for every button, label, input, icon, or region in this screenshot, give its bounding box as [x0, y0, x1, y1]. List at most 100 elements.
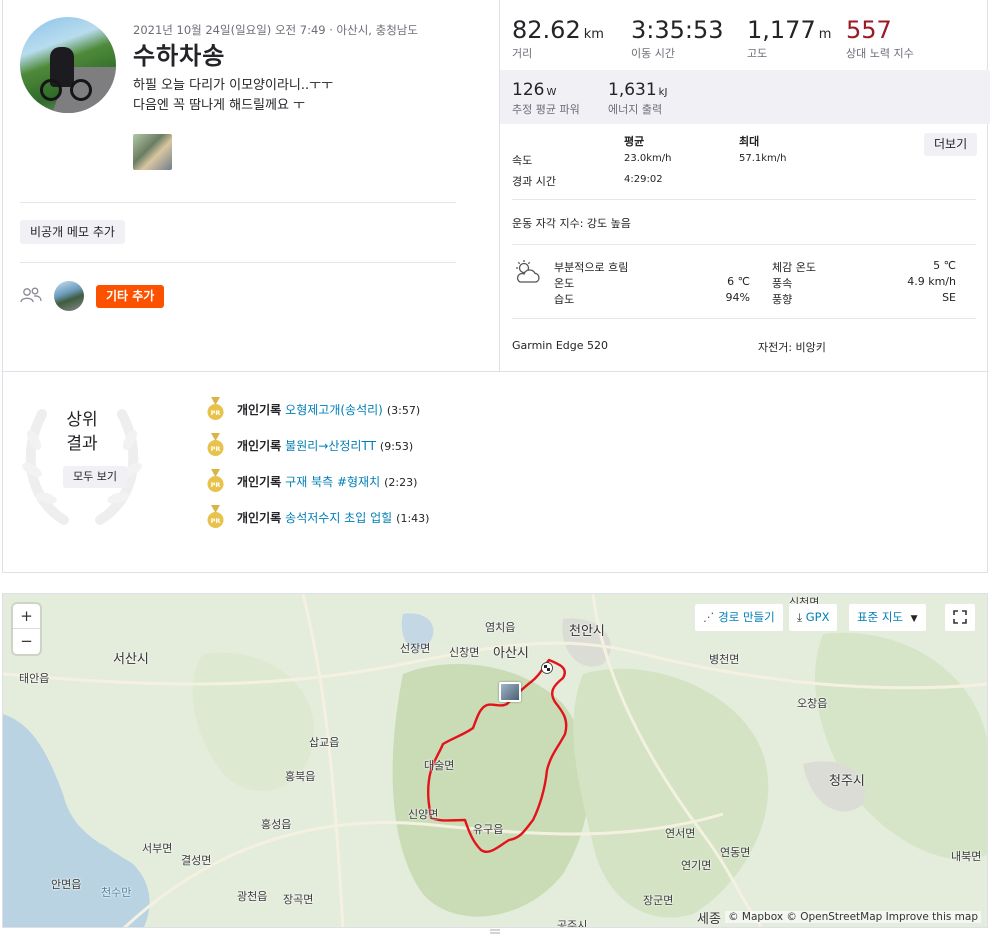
table-header-max: 최대 [739, 135, 760, 148]
map-place-label: 연기면 [681, 859, 712, 872]
route-map[interactable]: 선장면 신창면 아산시 염치읍 천안시 서산시 태안읍 병천면 오창읍 청주시 … [2, 593, 988, 928]
private-note-button[interactable]: 비공개 메모 추가 [20, 220, 125, 244]
resize-handle-icon[interactable] [488, 928, 502, 936]
segment-link[interactable]: 오형제고개(송석리) [285, 403, 383, 417]
stat-elevation: 1,177 m 고도 [747, 16, 832, 60]
activity-title: 수하차송 [133, 42, 226, 70]
activity-summary-card: 2021년 10월 24일(일요일) 오전 7:49 · 아산시, 충청남도 수… [2, 0, 990, 372]
map-place-label: 삽교읍 [309, 736, 340, 749]
activity-description: 하필 오늘 다리가 이모양이라니..ㅜㅜ 다음엔 꼭 땀나게 해드릴께요 ㅜ [133, 76, 333, 116]
divider [20, 262, 456, 263]
stat-energy-output: 1,631 kJ 에너지 출력 [608, 80, 668, 116]
description-line: 하필 오늘 다리가 이모양이라니..ㅜㅜ [133, 78, 334, 93]
map-place-label: 홍성읍 [261, 818, 292, 831]
stat-estimated-power: 126 W 추정 평균 파워 [512, 80, 580, 116]
map-place-label: 태안읍 [19, 672, 50, 685]
top-results-card: 상위 결과 모두 보기 PR 개인기록 오형제고개(송석리) (3:57) PR 개… [2, 372, 988, 573]
map-place-label: 안면읍 [51, 878, 82, 891]
map-place-label: 천수만 [101, 886, 132, 899]
pr-medal-icon: PR [207, 433, 224, 456]
zoom-controls: + − [13, 604, 40, 654]
stat-relative-effort[interactable]: 557 상대 노력 지수 [846, 16, 914, 61]
perceived-exertion: 운동 자각 지수: 강도 높음 [512, 217, 631, 230]
map-place-label: 장곡면 [283, 893, 314, 906]
map-place-label: 결성면 [181, 854, 212, 867]
divider [512, 199, 976, 200]
zoom-out-button[interactable]: − [13, 629, 40, 654]
map-place-label: 연서면 [665, 827, 696, 840]
activity-photo-thumbnail[interactable] [133, 134, 172, 170]
map-place-label: 아산시 [493, 646, 529, 661]
top-results-heading: 상위 결과 [66, 410, 98, 454]
map-place-label: 신양면 [408, 808, 439, 821]
elapsed-value: 4:29:02 [624, 174, 663, 185]
divider [512, 318, 976, 319]
more-button[interactable]: 더보기 [924, 133, 978, 156]
stat-distance: 82.62 km 거리 [512, 16, 604, 60]
fullscreen-button[interactable] [945, 604, 975, 631]
gpx-download-button[interactable]: ⤓ GPX [789, 604, 838, 631]
divider [20, 202, 456, 203]
humidity-label: 습도 [554, 293, 575, 306]
speed-avg: 23.0km/h [624, 153, 672, 164]
map-place-label: 선장면 [400, 642, 431, 655]
pr-medal-icon: PR [207, 397, 224, 420]
wind-speed-value: 4.9 km/h [907, 275, 956, 288]
speed-label: 속도 [512, 154, 533, 167]
elapsed-label: 경과 시간 [512, 175, 556, 188]
segment-link[interactable]: 불원리→산정리TT [285, 439, 376, 453]
map-place-label: 내북면 [951, 850, 982, 863]
map-place-label: 광천읍 [237, 890, 268, 903]
people-icon [20, 287, 42, 303]
primary-stats: 82.62 km 거리 3:35:53 이동 시간 1,177 m 고도 557 상… [500, 0, 990, 70]
map-place-label: 염치읍 [485, 621, 516, 634]
add-other-button[interactable]: 기타 추가 [96, 285, 165, 308]
map-place-label: 연동면 [720, 846, 751, 859]
route-builder-icon: ⋰ [703, 610, 715, 624]
athlete-avatar[interactable] [20, 17, 116, 113]
pr-medal-icon: PR [207, 469, 224, 492]
temp-label: 온도 [554, 277, 575, 290]
map-place-label: 홍북읍 [285, 770, 316, 783]
map-place-label: 대술면 [424, 759, 455, 772]
map-place-label: 세종 [697, 912, 721, 927]
stat-moving-time: 3:35:53 이동 시간 [631, 16, 724, 60]
stats-panel: 82.62 km 거리 3:35:53 이동 시간 1,177 m 고도 557 상… [499, 0, 990, 372]
svg-text:PR: PR [211, 445, 221, 453]
pr-medal-icon: PR [207, 505, 224, 528]
map-place-label: 서산시 [113, 652, 149, 667]
caret-down-icon: ▼ [910, 614, 918, 624]
map-type-select[interactable]: 표준 지도 ▼ [849, 604, 926, 631]
map-place-label: 신창면 [449, 646, 480, 659]
segment-link[interactable]: 송석저수지 초입 업힐 [285, 511, 392, 525]
segment-link[interactable]: 구재 북측 #형재치 [285, 475, 380, 489]
weather-condition: 부분적으로 흐림 [554, 261, 629, 274]
companion-avatar[interactable] [54, 281, 84, 311]
map-attribution[interactable]: © Mapbox © OpenStreetMap Improve this ma… [725, 911, 981, 923]
map-photo-marker[interactable] [499, 682, 521, 702]
wind-speed-label: 풍속 [772, 277, 793, 290]
view-all-button[interactable]: 모두 보기 [63, 466, 127, 488]
table-header-avg: 평균 [624, 135, 645, 148]
divider [512, 244, 976, 245]
svg-text:PR: PR [211, 517, 221, 525]
wind-direction-label: 풍향 [772, 293, 793, 306]
zoom-in-button[interactable]: + [13, 604, 40, 629]
svg-text:PR: PR [211, 409, 221, 417]
map-place-label: 장군면 [643, 894, 674, 907]
description-line: 다음엔 꼭 땀나게 해드릴께요 ㅜ [133, 98, 306, 113]
feels-like-label: 체감 온도 [772, 261, 816, 274]
map-place-label: 천안시 [569, 624, 605, 639]
partly-cloudy-icon [516, 260, 540, 283]
map-place-label: 공주시 [557, 919, 588, 928]
map-place-label: 유구읍 [473, 823, 504, 836]
map-place-label: 오창읍 [797, 697, 828, 710]
secondary-stats: 126 W 추정 평균 파워 1,631 kJ 에너지 출력 [500, 70, 990, 124]
finish-flag-icon [541, 662, 553, 674]
svg-text:PR: PR [211, 481, 221, 489]
device-name: Garmin Edge 520 [512, 339, 609, 352]
map-place-label: 병천면 [709, 653, 740, 666]
speed-max: 57.1km/h [739, 153, 787, 164]
wind-direction-value: SE [942, 291, 956, 304]
route-builder-button[interactable]: ⋰ 경로 만들기 [695, 604, 783, 631]
